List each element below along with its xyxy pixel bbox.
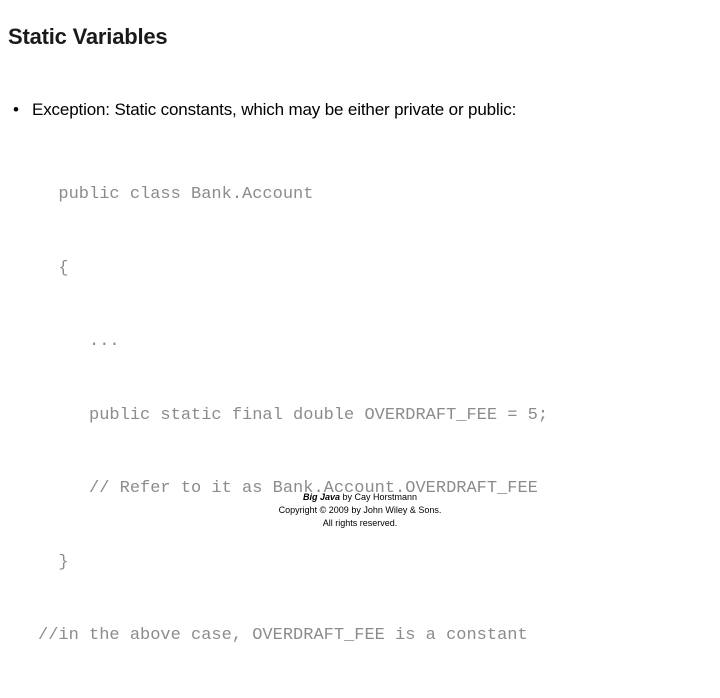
code-line: //in the above case, OVERDRAFT_FEE is a … (38, 626, 528, 645)
footer-book-title: Big Java (302, 492, 340, 502)
footer-attribution: Big Java by Cay Horstmann (0, 491, 720, 504)
footer-copyright: Copyright © 2009 by John Wiley & Sons. (278, 505, 442, 515)
code-line: } (38, 552, 69, 572)
footer-byline: by Cay Horstmann (340, 492, 418, 502)
code-line: public class Bank.Account (38, 185, 314, 204)
bullet-item-label: Exception: Static constants, which may b… (32, 100, 517, 119)
code-line: public static final double OVERDRAFT_FEE… (38, 405, 549, 425)
page-title: Static Variables (8, 24, 168, 49)
bullet-item: • Exception: Static constants, which may… (10, 98, 710, 122)
code-line: ... (38, 332, 120, 351)
code-line: { (38, 258, 69, 278)
slide-canvas: Static Variables • Exception: Static con… (0, 0, 720, 645)
bullet-marker-icon: • (13, 100, 19, 119)
code-block: public class Bank.Account { ... public s… (38, 134, 698, 698)
slide-footer: Big Java by Cay Horstmann Copyright © 20… (0, 491, 720, 530)
footer-rights: All rights reserved. (322, 518, 398, 528)
